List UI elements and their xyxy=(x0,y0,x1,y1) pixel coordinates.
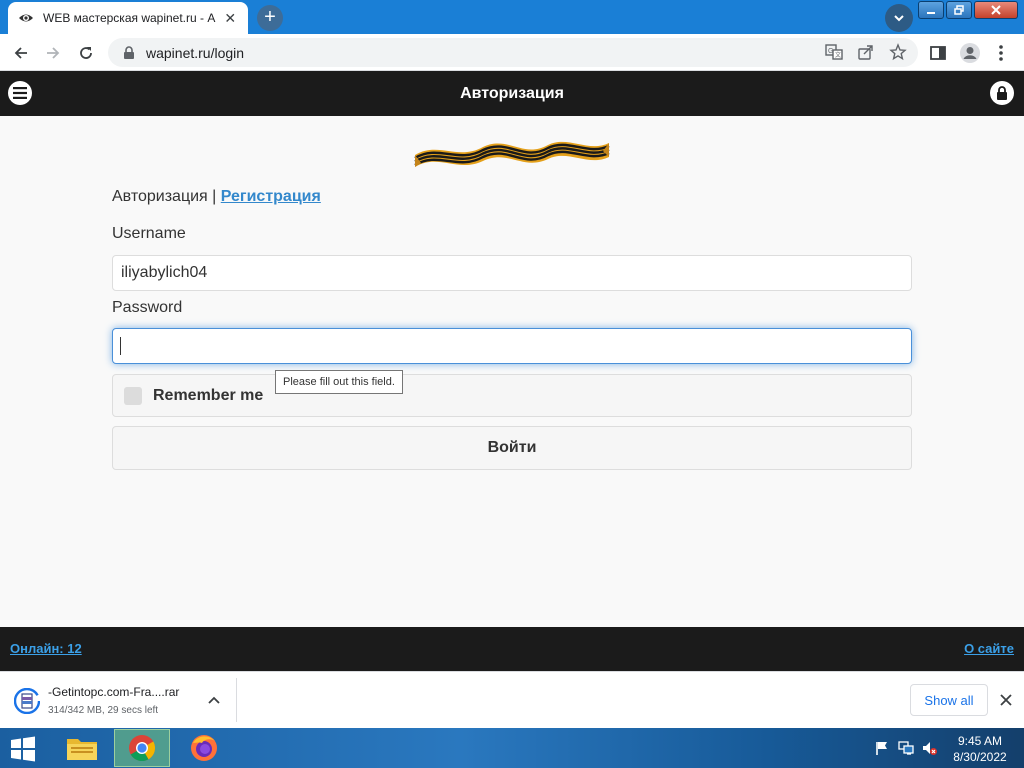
file-explorer-taskbar-button[interactable] xyxy=(54,729,110,767)
auth-nav: Авторизация | Регистрация xyxy=(112,188,321,206)
windows-taskbar: 9:45 AM 8/30/2022 xyxy=(0,728,1024,768)
hamburger-icon xyxy=(13,87,27,99)
minimize-button[interactable] xyxy=(918,1,944,19)
forward-button[interactable] xyxy=(40,40,66,66)
network-icon[interactable] xyxy=(898,740,914,756)
tab-title: WEB мастерская wapinet.ru - Ав xyxy=(43,11,217,25)
password-label: Password xyxy=(112,299,183,316)
reload-icon xyxy=(80,47,92,59)
lock-icon xyxy=(124,45,134,59)
back-button[interactable] xyxy=(8,40,34,66)
firefox-taskbar-button[interactable] xyxy=(176,729,232,767)
online-users-link[interactable]: Онлайн: 12 xyxy=(10,641,82,656)
auth-separator: | xyxy=(207,188,221,205)
page-header: Авторизация xyxy=(0,71,1024,116)
username-value: iliyabylich04 xyxy=(121,264,208,281)
system-clock[interactable]: 9:45 AM 8/30/2022 xyxy=(944,733,1016,765)
chrome-icon xyxy=(129,735,156,762)
auth-link-current: Авторизация xyxy=(112,188,208,205)
login-submit-button[interactable]: Войти xyxy=(112,426,912,470)
window-controls xyxy=(918,1,1018,19)
browser-tab[interactable]: WEB мастерская wapinet.ru - Ав ✕ xyxy=(8,2,248,34)
rar-file-icon xyxy=(14,688,40,714)
firefox-icon xyxy=(191,735,217,761)
close-download-bar-button[interactable] xyxy=(996,690,1016,710)
tab-search-button[interactable] xyxy=(885,4,913,32)
translate-icon[interactable]: G文 xyxy=(823,41,845,63)
close-icon xyxy=(991,5,1001,15)
clock-date: 8/30/2022 xyxy=(953,750,1007,764)
minimize-icon xyxy=(927,12,935,14)
chrome-taskbar-button[interactable] xyxy=(114,729,170,767)
page-footer: Онлайн: 12 О сайте xyxy=(0,627,1024,671)
lock-icon xyxy=(997,86,1007,100)
chevron-down-icon xyxy=(894,15,904,22)
download-separator xyxy=(236,678,237,722)
page-title: Авторизация xyxy=(460,84,564,102)
action-center-flag-icon[interactable] xyxy=(874,740,890,756)
close-icon xyxy=(1000,694,1012,706)
share-icon[interactable] xyxy=(855,41,877,63)
more-menu-icon[interactable] xyxy=(989,41,1013,65)
address-bar[interactable]: wapinet.ru/login xyxy=(108,38,918,67)
chevron-up-icon[interactable] xyxy=(206,693,222,709)
username-field[interactable]: iliyabylich04 xyxy=(112,255,912,291)
reload-button[interactable] xyxy=(73,40,99,66)
side-panel-icon[interactable] xyxy=(926,41,950,65)
password-field[interactable] xyxy=(112,328,912,364)
login-lock-button[interactable] xyxy=(990,81,1014,105)
new-tab-button[interactable]: + xyxy=(257,5,283,31)
username-label: Username xyxy=(112,225,186,242)
text-caret xyxy=(120,337,121,355)
restore-button[interactable] xyxy=(946,1,972,19)
st-george-ribbon-logo xyxy=(414,141,610,167)
validation-tooltip: Please fill out this field. xyxy=(275,370,403,394)
browser-titlebar: WEB мастерская wapinet.ru - Ав ✕ + xyxy=(0,0,1024,34)
arrow-right-icon xyxy=(47,47,60,59)
close-window-button[interactable] xyxy=(974,1,1018,19)
register-link[interactable]: Регистрация xyxy=(221,188,321,205)
remember-me-checkbox[interactable]: Remember me xyxy=(112,374,912,417)
clock-time: 9:45 AM xyxy=(957,734,1003,748)
menu-button[interactable] xyxy=(8,81,32,105)
download-status: 314/342 MB, 29 secs left xyxy=(48,705,159,716)
web-page: Авторизация Авторизация | Регистрация Us… xyxy=(0,71,1024,671)
about-site-link[interactable]: О сайте xyxy=(964,641,1014,656)
folder-icon xyxy=(67,739,97,760)
checkbox-box[interactable] xyxy=(124,386,142,405)
windows-start-icon[interactable] xyxy=(6,734,40,764)
show-all-downloads-button[interactable]: Show all xyxy=(910,684,988,716)
download-bar: -Getintopc.com-Fra....rar 314/342 MB, 29… xyxy=(0,671,1024,728)
restore-icon xyxy=(954,5,964,15)
browser-toolbar: wapinet.ru/login G文 xyxy=(0,34,1024,71)
remember-me-label: Remember me xyxy=(153,386,264,404)
url-text: wapinet.ru/login xyxy=(146,44,245,61)
profile-avatar-icon[interactable] xyxy=(958,41,982,65)
bookmark-star-icon[interactable] xyxy=(887,41,909,63)
arrow-left-icon xyxy=(14,47,27,59)
tab-close-icon[interactable]: ✕ xyxy=(222,10,238,26)
site-favicon-icon xyxy=(18,10,34,26)
download-file-name: -Getintopc.com-Fra....rar xyxy=(48,685,180,699)
volume-muted-icon[interactable] xyxy=(921,740,937,756)
svg-text:文: 文 xyxy=(835,51,841,59)
download-item[interactable]: -Getintopc.com-Fra....rar 314/342 MB, 29… xyxy=(10,680,235,722)
